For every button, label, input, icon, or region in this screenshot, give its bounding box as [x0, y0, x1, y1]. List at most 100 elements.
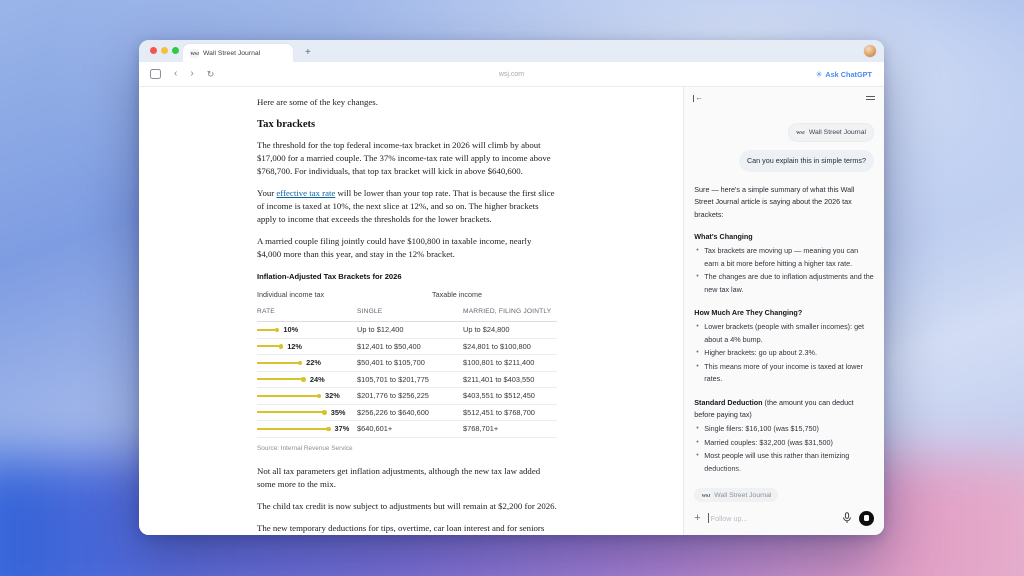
article-paragraph: The threshold for the top federal income…: [257, 139, 557, 178]
rate-bar: [257, 345, 280, 347]
married-range: $211,401 to $403,550: [463, 373, 557, 386]
rate-bar-dot: [279, 344, 284, 349]
composer-context-chip[interactable]: WSJ Wall Street Journal: [694, 488, 778, 502]
single-range: $640,601+: [357, 422, 463, 435]
column-header-married: MARRIED, FILING JOINTLY: [463, 305, 557, 318]
profile-avatar[interactable]: [864, 45, 876, 57]
assistant-bullet: Single filers: $16,100 (was $15,750): [694, 423, 874, 435]
voice-stop-button[interactable]: [859, 511, 874, 526]
close-window-button[interactable]: [150, 47, 157, 54]
married-range: $403,551 to $512,450: [463, 389, 557, 402]
section-heading-tax-brackets: Tax brackets: [257, 118, 557, 131]
assistant-section: Standard Deduction (the amount you can d…: [694, 397, 874, 475]
article: Here are some of the key changes. Tax br…: [257, 87, 557, 535]
single-range: $256,226 to $640,600: [357, 406, 463, 419]
single-range: Up to $12,400: [357, 323, 463, 336]
sidebar-header: ←: [684, 87, 884, 109]
tab-title: Wall Street Journal: [203, 50, 260, 57]
sidebar-menu-icon[interactable]: [866, 96, 875, 100]
zoom-window-button[interactable]: [172, 47, 179, 54]
rate-bar: [257, 428, 327, 430]
minimize-window-button[interactable]: [161, 47, 168, 54]
column-header-rate: RATE: [257, 305, 357, 318]
article-paragraph: Your effective tax rate will be lower th…: [257, 187, 557, 226]
browser-toolbar: ‹ › ↻ wsj.com ✳ Ask ChatGPT: [139, 62, 884, 87]
back-icon[interactable]: ‹: [174, 69, 177, 79]
table-row: 24% $105,701 to $201,775 $211,401 to $40…: [257, 372, 557, 389]
rate-bar: [257, 395, 318, 397]
assistant-bullet: Lower brackets (people with smaller inco…: [694, 321, 874, 346]
table-row: 12% $12,401 to $50,400 $24,801 to $100,8…: [257, 339, 557, 356]
article-paragraph: Here are some of the key changes.: [257, 96, 557, 109]
rate-bar: [257, 329, 276, 331]
group-label-left: Individual income tax: [257, 288, 357, 301]
assistant-section-title: How Much Are They Changing?: [694, 308, 802, 317]
married-range: $24,801 to $100,800: [463, 340, 557, 353]
rate-bar-dot: [275, 328, 280, 333]
assistant-bullet: Higher brackets: go up about 2.3%.: [694, 347, 874, 359]
stop-icon: [864, 515, 870, 521]
forward-icon[interactable]: ›: [190, 69, 193, 79]
address-bar[interactable]: wsj.com: [139, 71, 884, 78]
article-paragraph: The new temporary deductions for tips, o…: [257, 522, 557, 536]
single-range: $201,776 to $256,225: [357, 389, 463, 402]
tab-wall-street-journal[interactable]: WSJ Wall Street Journal: [183, 44, 293, 62]
reload-icon[interactable]: ↻: [207, 70, 215, 79]
followup-input[interactable]: Follow up...: [708, 513, 835, 523]
single-range: $50,401 to $105,700: [357, 356, 463, 369]
article-paragraph: Not all tax parameters get inflation adj…: [257, 465, 557, 491]
rate-label: 12%: [287, 340, 302, 353]
assistant-section-title: Standard Deduction: [694, 398, 762, 407]
microphone-icon[interactable]: [842, 512, 852, 524]
rate-label: 37%: [335, 422, 350, 435]
assistant-section-title: What's Changing: [694, 232, 752, 241]
chart-source: Source: Internal Revenue Service: [257, 442, 557, 455]
assistant-message: Sure — here's a simple summary of what t…: [694, 184, 874, 221]
table-row: 35% $256,226 to $640,600 $512,451 to $76…: [257, 405, 557, 422]
effective-tax-rate-link[interactable]: effective tax rate: [276, 188, 335, 198]
rate-label: 24%: [310, 373, 325, 386]
rate-bar-dot: [301, 377, 306, 382]
window-controls: [150, 47, 179, 54]
married-range: $100,801 to $211,400: [463, 356, 557, 369]
group-label-right: Taxable income: [357, 288, 557, 301]
chart-title: Inflation-Adjusted Tax Brackets for 2026: [257, 270, 557, 283]
rate-label: 10%: [283, 323, 298, 336]
page-content: Here are some of the key changes. Tax br…: [139, 87, 683, 535]
single-range: $12,401 to $50,400: [357, 340, 463, 353]
chat-composer: WSJ Wall Street Journal + Follow up...: [684, 482, 884, 536]
rate-bar-dot: [298, 361, 303, 366]
rate-bar-dot: [317, 394, 322, 399]
tax-bracket-chart: Inflation-Adjusted Tax Brackets for 2026…: [257, 270, 557, 455]
article-paragraph: The child tax credit is now subject to a…: [257, 500, 557, 513]
browser-window: WSJ Wall Street Journal + ‹ › ↻ wsj.com …: [139, 40, 884, 535]
rate-bar-dot: [326, 427, 331, 432]
married-range: Up to $24,800: [463, 323, 557, 336]
page-context-chip[interactable]: WSJ Wall Street Journal: [788, 123, 874, 142]
single-range: $105,701 to $201,775: [357, 373, 463, 386]
table-row: 10% Up to $12,400 Up to $24,800: [257, 322, 557, 339]
rate-bar-dot: [322, 410, 327, 415]
followup-placeholder: Follow up...: [711, 514, 748, 523]
assistant-bullet: This means more of your income is taxed …: [694, 361, 874, 386]
composer-context-label: Wall Street Journal: [714, 492, 771, 499]
ask-chatgpt-button[interactable]: ✳ Ask ChatGPT: [816, 70, 872, 79]
tab-overview-icon[interactable]: [150, 69, 161, 79]
married-range: $512,451 to $768,700: [463, 406, 557, 419]
rate-bar: [257, 362, 299, 364]
assistant-section: What's Changing Tax brackets are moving …: [694, 231, 874, 296]
page-context-chip-label: Wall Street Journal: [809, 127, 866, 139]
tab-strip: WSJ Wall Street Journal +: [139, 40, 884, 62]
chatgpt-icon: ✳: [816, 70, 823, 79]
ask-chatgpt-label: Ask ChatGPT: [825, 70, 872, 79]
rate-label: 35%: [331, 406, 346, 419]
table-row: 22% $50,401 to $105,700 $100,801 to $211…: [257, 355, 557, 372]
new-tab-button[interactable]: +: [305, 44, 311, 62]
assistant-bullet: The changes are due to inflation adjustm…: [694, 271, 874, 296]
table-header: RATE SINGLE MARRIED, FILING JOINTLY: [257, 305, 557, 322]
text: Your: [257, 188, 276, 198]
assistant-bullet: Tax brackets are moving up — meaning you…: [694, 245, 874, 270]
attach-plus-icon[interactable]: +: [694, 513, 700, 524]
article-paragraph: A married couple filing jointly could ha…: [257, 235, 557, 261]
collapse-sidebar-icon[interactable]: ←: [693, 94, 703, 102]
